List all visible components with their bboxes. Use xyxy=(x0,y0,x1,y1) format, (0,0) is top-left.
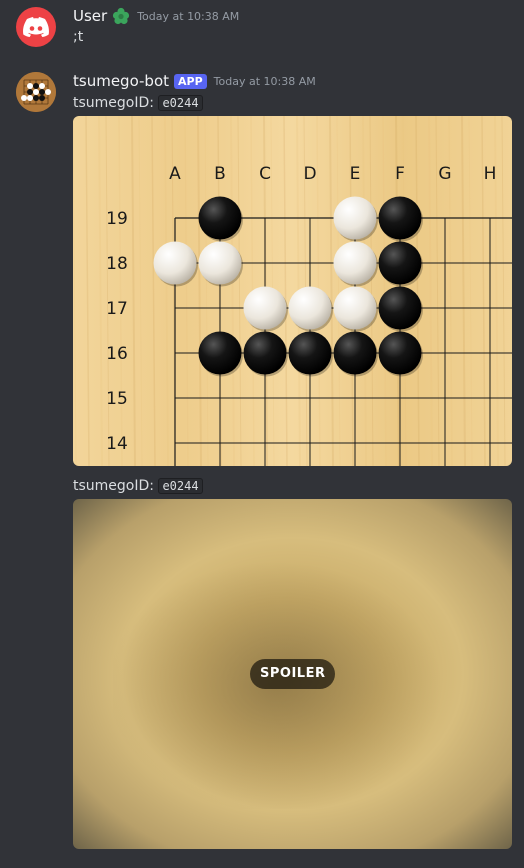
message-timestamp: Today at 10:38 AM xyxy=(213,74,316,88)
row-label-18: 18 xyxy=(106,254,128,274)
row-label-15: 15 xyxy=(106,389,128,409)
white-stone-E18 xyxy=(333,241,377,285)
black-stone-E16 xyxy=(333,331,377,375)
row-label-17: 17 xyxy=(106,299,128,319)
tsumego-id-code: e0244 xyxy=(158,478,203,494)
white-stone-E17 xyxy=(333,286,377,330)
discord-logo-icon xyxy=(23,17,49,37)
bot-avatar[interactable] xyxy=(16,72,56,112)
column-label-G: G xyxy=(438,164,451,184)
tsumego-id-label: tsumegoID: xyxy=(73,478,154,494)
message-header: User Today at 10:38 AM xyxy=(73,6,239,26)
black-stone-B16 xyxy=(198,331,242,375)
tsumego-id-label: tsumegoID: xyxy=(73,95,154,111)
white-stone-D17 xyxy=(288,286,332,330)
spoiler-button[interactable]: SPOILER xyxy=(250,659,336,689)
tsumego-id-line-2: tsumegoID: e0244 xyxy=(73,476,203,496)
black-stone-D16 xyxy=(288,331,332,375)
white-stone-A18 xyxy=(153,241,197,285)
message-header: tsumego-bot APP Today at 10:38 AM xyxy=(73,71,316,91)
column-label-A: A xyxy=(169,164,181,184)
author-name[interactable]: tsumego-bot xyxy=(73,72,169,90)
column-label-B: B xyxy=(214,164,226,184)
column-label-F: F xyxy=(395,164,405,184)
message-content: ;t xyxy=(73,29,84,45)
column-label-H: H xyxy=(484,164,497,184)
black-stone-C16 xyxy=(243,331,287,375)
spoiler-image[interactable]: SPOILER xyxy=(73,499,512,849)
column-label-E: E xyxy=(350,164,361,184)
black-stone-F17 xyxy=(378,286,422,330)
row-label-19: 19 xyxy=(106,209,128,229)
message-timestamp: Today at 10:38 AM xyxy=(137,9,240,23)
white-stone-B18 xyxy=(198,241,242,285)
row-label-16: 16 xyxy=(106,344,128,364)
white-stone-C17 xyxy=(243,286,287,330)
black-stone-B19 xyxy=(198,196,242,240)
black-stone-F16 xyxy=(378,331,422,375)
tsumego-id-code: e0244 xyxy=(158,95,203,111)
tsumego-id-line: tsumegoID: e0244 xyxy=(73,93,203,113)
white-stone-E19 xyxy=(333,196,377,240)
black-stone-F19 xyxy=(378,196,422,240)
go-board-image[interactable]: A B C D E F G H 19 18 17 16 15 14 xyxy=(73,116,512,466)
user-avatar[interactable] xyxy=(16,7,56,47)
go-board-svg: A B C D E F G H 19 18 17 16 15 14 xyxy=(73,116,512,466)
author-name[interactable]: User xyxy=(73,7,107,25)
go-board-avatar-icon xyxy=(16,72,56,112)
row-label-14: 14 xyxy=(106,434,128,454)
app-badge: APP xyxy=(174,73,207,89)
green-flower-icon xyxy=(112,7,130,25)
column-label-C: C xyxy=(259,164,271,184)
column-label-D: D xyxy=(303,164,316,184)
black-stone-F18 xyxy=(378,241,422,285)
